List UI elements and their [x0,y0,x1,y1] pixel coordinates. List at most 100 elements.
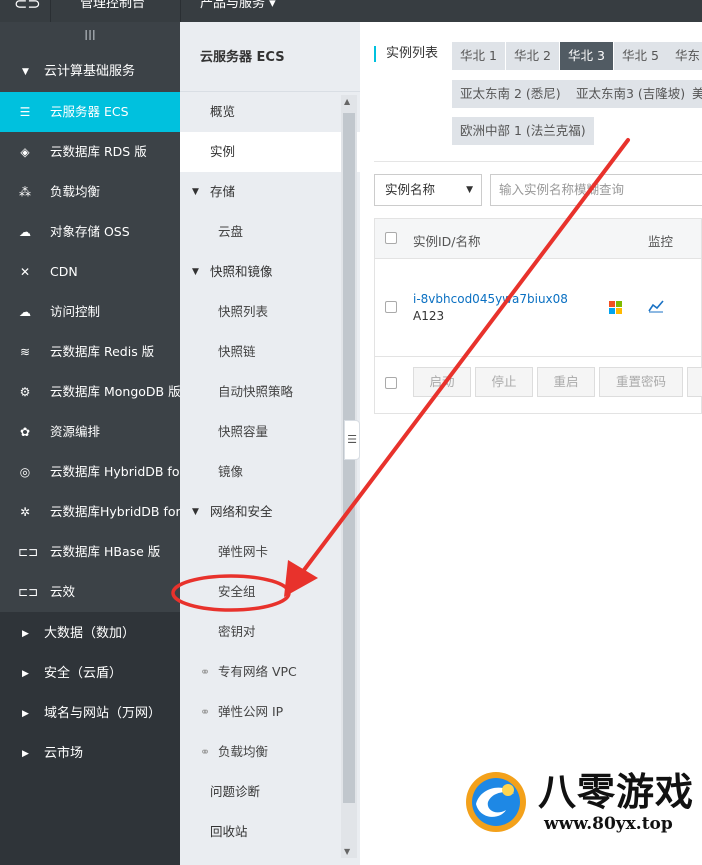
sidebar-item-rds[interactable]: ◈ 云数据库 RDS 版 [0,132,180,172]
product-nav-scrollbar[interactable]: ▲ ▼ [341,95,357,858]
sidebar-collapse-icon[interactable]: III [0,22,180,52]
select-all-checkbox[interactable] [385,232,397,244]
region-tab[interactable]: 华东 [667,42,702,70]
nav-snapshot-list[interactable]: 快照列表 [180,292,360,332]
divider [374,161,702,162]
region-tab[interactable]: 华北 1 [452,42,505,70]
nav-collapse-handle-icon[interactable]: ☰ [344,420,360,460]
sidebar-group-cloud-computing[interactable]: ▼ 云计算基础服务 [0,52,180,92]
caret-right-icon: ▶ [22,629,29,639]
nav-group-label: 网络和安全 [210,504,273,519]
start-button[interactable]: 启动 [413,367,471,397]
footer-checkbox[interactable] [385,377,397,389]
sidebar-group-label: 云市场 [44,746,84,761]
nav-eip[interactable]: ⚭ 弹性公网 IP [180,692,360,732]
more-button[interactable] [687,367,702,397]
nav-auto-snapshot[interactable]: 自动快照策略 [180,372,360,412]
sidebar-group-label: 云计算基础服务 [44,64,136,79]
sidebar-item-oss[interactable]: ☁ 对象存储 OSS [0,212,180,252]
sidebar-item-label: 云数据库 HBase 版 [50,544,161,559]
sidebar-item-ram[interactable]: ☁ 访问控制 [0,292,180,332]
watermark: 八零游戏 www.80yx.top [462,762,702,865]
sidebar-item-hbase[interactable]: ⊏⊐ 云数据库 HBase 版 [0,532,180,572]
nav-group-label: 快照和镜像 [210,264,273,279]
nav-link-label: 负载均衡 [218,744,269,759]
monitor-chart-icon[interactable] [648,299,664,313]
hybriddb-icon: ◎ [19,465,31,479]
sidebar-item-label: 云数据库 HybridDB fo... [50,464,180,479]
sidebar-item-hybriddb[interactable]: ◎ 云数据库 HybridDB fo... [0,452,180,492]
region-tab[interactable]: 华北 2 [506,42,559,70]
sidebar-group-bigdata[interactable]: ▶ 大数据（数加） [0,614,180,654]
nav-snapshot-chain[interactable]: 快照链 [180,332,360,372]
search-input[interactable]: 输入实例名称模糊查询 [490,174,702,206]
instance-id-link[interactable]: i-8vbhcod045ywa7biux08 [413,292,568,306]
orchestration-icon: ✿ [19,425,31,439]
hybriddb2-icon: ✲ [19,505,31,519]
caret-down-icon: ▼ [22,67,29,77]
sidebar-group-security[interactable]: ▶ 安全（云盾） [0,654,180,694]
aliyun-logo-icon[interactable]: ⊂⊃ [0,0,50,22]
sidebar-item-ros[interactable]: ✿ 资源编排 [0,412,180,452]
console-link[interactable]: 管理控制台 [80,0,145,11]
stop-button[interactable]: 停止 [475,367,533,397]
sidebar-item-ecs[interactable]: ☰ 云服务器 ECS [0,92,180,132]
sidebar-group-domain[interactable]: ▶ 域名与网站（万网） [0,694,180,734]
server-icon: ☰ [19,105,31,119]
divider [50,0,51,22]
oss-icon: ☁ [19,225,31,239]
mongodb-icon: ⚙ [19,385,31,399]
scroll-up-icon[interactable]: ▲ [344,97,350,106]
scroll-down-icon[interactable]: ▼ [344,847,350,856]
nav-disk[interactable]: 云盘 [180,212,360,252]
nav-link-label: 专有网络 VPC [218,664,297,679]
restart-button[interactable]: 重启 [537,367,595,397]
caret-down-icon: ▼ [192,187,199,197]
region-tab[interactable]: 亚太东南3 (吉隆坡) [568,80,694,108]
nav-overview[interactable]: 概览 [180,92,360,132]
reset-password-button[interactable]: 重置密码 [599,367,683,397]
sidebar-item-hybriddb-2[interactable]: ✲ 云数据库HybridDB for... [0,492,180,532]
windows-os-icon [609,301,623,315]
sidebar-item-label: 云数据库 Redis 版 [50,344,155,359]
nav-group-network[interactable]: ▼ 网络和安全 [180,492,360,532]
sidebar-item-yunxiao[interactable]: ⊏⊐ 云效 [0,572,180,612]
sidebar-group-label: 安全（云盾） [44,666,123,681]
sidebar-group-label: 域名与网站（万网） [44,706,162,721]
divider [180,0,181,22]
sidebar-item-redis[interactable]: ≋ 云数据库 Redis 版 [0,332,180,372]
redis-icon: ≋ [19,345,31,359]
region-tab[interactable]: 华北 5 [614,42,667,70]
nav-group-snapshot[interactable]: ▼ 快照和镜像 [180,252,360,292]
nav-group-storage[interactable]: ▼ 存储 [180,172,360,212]
nav-keypair[interactable]: 密钥对 [180,612,360,652]
nav-security-group[interactable]: 安全组 [180,572,360,612]
nav-instances[interactable]: 实例 [180,132,360,172]
region-tab[interactable]: 欧洲中部 1 (法兰克福) [452,117,594,145]
nav-slb[interactable]: ⚭ 负载均衡 [180,732,360,772]
region-tab[interactable]: 美 [690,80,702,108]
sidebar-item-label: 云数据库 RDS 版 [50,144,147,159]
region-tab-active[interactable]: 华北 3 [560,42,613,70]
sidebar-item-mongodb[interactable]: ⚙ 云数据库 MongoDB 版 [0,372,180,412]
nav-group-label: 存储 [210,184,236,199]
nav-image[interactable]: 镜像 [180,452,360,492]
sidebar-group-market[interactable]: ▶ 云市场 [0,734,180,774]
nav-vpc[interactable]: ⚭ 专有网络 VPC [180,652,360,692]
sidebar-item-cdn[interactable]: ✕ CDN [0,252,180,292]
instance-name: A123 [413,309,445,323]
filter-select[interactable]: 实例名称 ▼ [374,174,482,206]
caret-right-icon: ▶ [22,749,29,759]
column-header-id: 实例ID/名称 [413,234,481,249]
nav-diagnosis[interactable]: 问题诊断 [180,772,360,812]
sidebar-item-label: 访问控制 [50,304,101,319]
nav-eni[interactable]: 弹性网卡 [180,532,360,572]
region-tab[interactable]: 亚太东南 2 (悉尼) [452,80,569,108]
products-menu[interactable]: 产品与服务 ▾ [200,0,276,11]
nav-recycle[interactable]: 回收站 [180,812,360,852]
nav-snapshot-capacity[interactable]: 快照容量 [180,412,360,452]
row-checkbox[interactable] [385,301,397,313]
yunxiao-icon: ⊏⊐ [18,585,39,599]
sidebar-item-label: 云数据库 MongoDB 版 [50,384,180,399]
sidebar-item-slb[interactable]: ⁂ 负载均衡 [0,172,180,212]
